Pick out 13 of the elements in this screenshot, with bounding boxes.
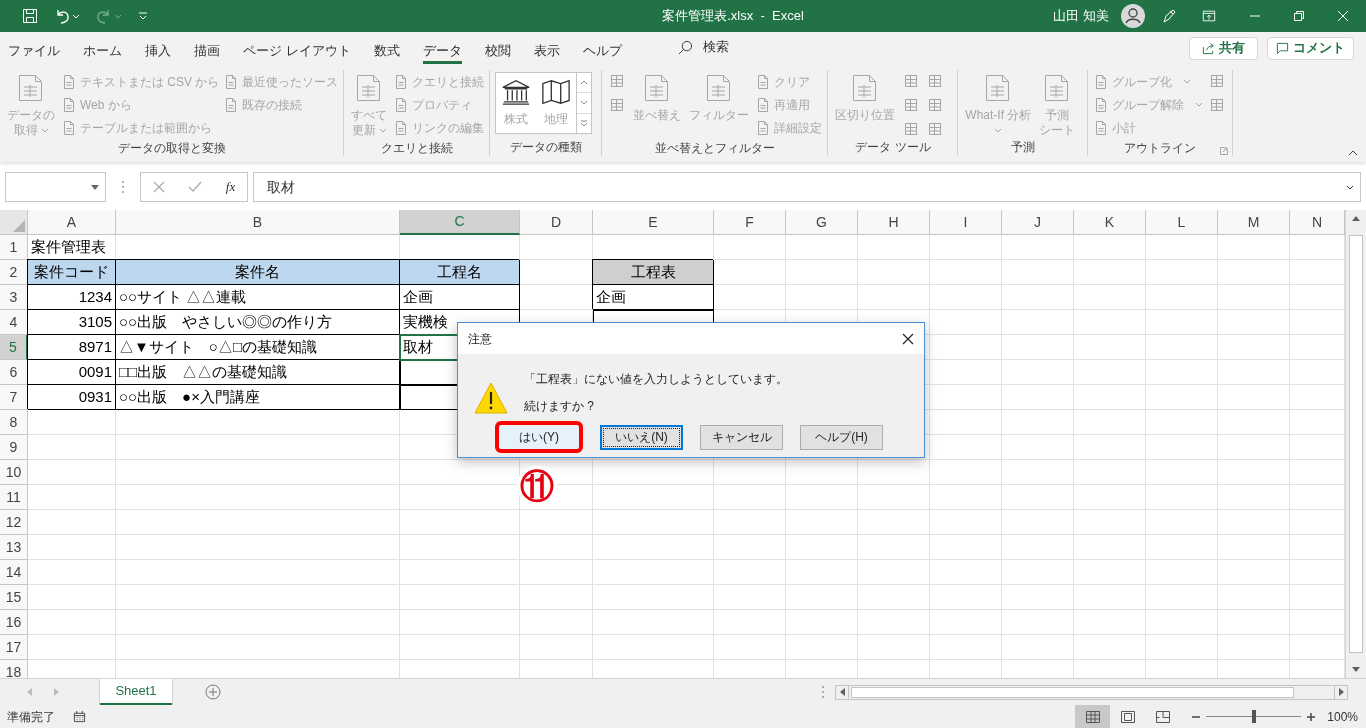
- group-label: アウトライン: [1124, 140, 1197, 157]
- dialog-message: 「工程表」にない値を入力しようとしています。: [524, 371, 788, 388]
- group-label: データの取得と変換: [117, 140, 226, 157]
- dialog-question: 続けますか ?: [524, 398, 595, 415]
- group-label: 予測: [1010, 139, 1035, 156]
- window-title: 案件管理表.xlsx - Excel: [661, 7, 805, 26]
- group-label: クエリと接続: [380, 140, 453, 157]
- group-label: データ ツール: [855, 139, 931, 156]
- user-name: 山田 知美: [1053, 7, 1109, 26]
- group-label: 並べ替えとフィルター: [654, 140, 775, 157]
- group-label: データの種類: [509, 139, 582, 156]
- dialog-title: 注意: [468, 330, 492, 348]
- status-text: 準備完了: [7, 708, 55, 726]
